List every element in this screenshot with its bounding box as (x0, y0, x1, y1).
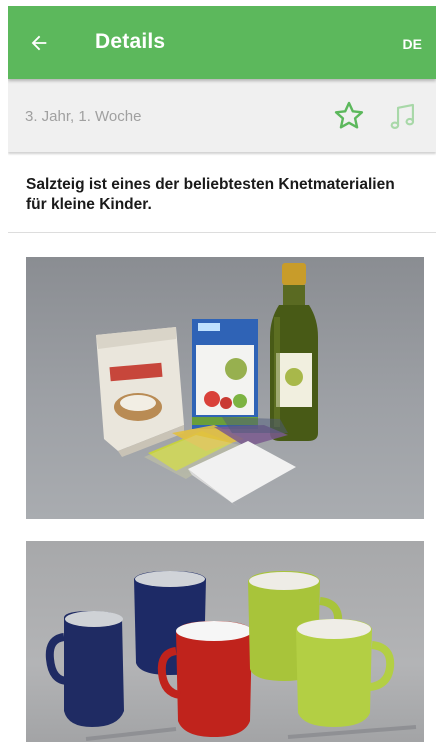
music-note-icon (390, 103, 415, 129)
page-title: Details (95, 30, 166, 53)
ingredients-photo (26, 257, 424, 519)
navy-mug-shape (45, 611, 124, 727)
salt-box-shape (192, 319, 258, 429)
oil-bottle-shape (270, 263, 318, 441)
app-screen: Details DE 3. Jahr, 1. Woche Salzteig is… (8, 6, 436, 742)
arrow-left-icon (31, 35, 47, 51)
week-bar: 3. Jahr, 1. Woche (8, 79, 436, 152)
favorite-button[interactable] (332, 99, 366, 133)
intro-section: Salzteig ist eines der beliebtesten Knet… (8, 152, 436, 233)
mugs-photo (26, 541, 424, 742)
language-button[interactable]: DE (403, 36, 422, 52)
week-label: 3. Jahr, 1. Woche (25, 108, 142, 125)
flour-bag-shape (96, 327, 184, 457)
green-mug-front-shape (296, 619, 395, 727)
star-outline-icon (334, 101, 364, 129)
music-button[interactable] (386, 100, 420, 134)
back-button[interactable] (24, 28, 54, 58)
spoon-shape (85, 727, 177, 741)
intro-text: Salzteig ist eines der beliebtesten Knet… (26, 176, 395, 213)
app-bar: Details DE (8, 6, 436, 79)
content-list[interactable] (8, 233, 436, 742)
